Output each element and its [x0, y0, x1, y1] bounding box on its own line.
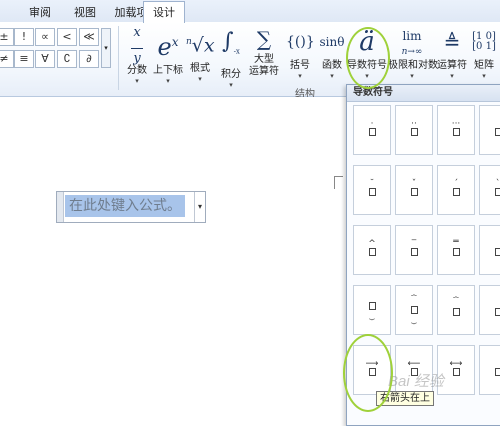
accent-icon: ä [359, 27, 375, 57]
symbol-button[interactable]: ! [14, 28, 34, 46]
script-label: 上下标 [153, 65, 183, 76]
accent-button-16[interactable] [479, 285, 500, 335]
accent-triple-dot-button[interactable]: ··· [437, 105, 475, 155]
accent-grave-button[interactable]: ` [479, 165, 500, 215]
symbol-button[interactable]: ≪ [79, 28, 99, 46]
function-icon: sinθ [319, 35, 345, 49]
panel-title: 导数符号 [347, 85, 500, 102]
group-separator [118, 26, 119, 90]
symbol-button[interactable]: < [57, 28, 77, 46]
radical-button[interactable]: n√x 根式 ▾ [186, 24, 215, 84]
radical-label: 根式 [190, 63, 210, 75]
accent-right-arrow-above-button[interactable]: ⟶ [353, 345, 391, 395]
integral-label: 积分 [221, 69, 241, 81]
function-label: 函数 [322, 60, 342, 71]
integral-icon: ∫-x [222, 29, 240, 56]
equation-handle[interactable] [57, 192, 64, 222]
tab-review[interactable]: 审阅 [18, 3, 62, 22]
delta-operator-icon: ≜ [443, 30, 461, 54]
chevron-down-icon[interactable]: ▾ [194, 192, 205, 222]
tab-design[interactable]: 设计 [143, 1, 185, 23]
symbol-button[interactable]: ≡ [14, 50, 34, 68]
summation-icon: ∑ [256, 27, 272, 51]
chevron-down-icon: ▾ [365, 72, 369, 80]
symbol-button[interactable]: ∝ [35, 28, 55, 46]
chevron-down-icon: ▾ [410, 72, 414, 80]
tooltip: 右箭头在上 [376, 391, 434, 406]
symbol-button[interactable]: ∂ [79, 50, 99, 68]
chevron-down-icon: ▾ [298, 72, 302, 80]
fraction-icon: xy [124, 26, 150, 65]
watermark: Bai 经验 [388, 373, 444, 390]
chevron-down-icon: ▾ [450, 72, 454, 80]
accent-brace-button[interactable]: ⏞ [437, 285, 475, 335]
limit-icon: lim [402, 29, 422, 43]
accent-button-4[interactable] [479, 105, 500, 155]
symbol-button[interactable]: ∁ [57, 50, 77, 68]
integral-button[interactable]: ∫-x 积分 ▾ [218, 24, 244, 89]
accent-breve-button[interactable]: ˘ [353, 165, 391, 215]
operator-button[interactable]: ≜ 运算符 ▾ [436, 24, 468, 80]
accent-hat-button[interactable]: ^ [353, 225, 391, 275]
matrix-label: 矩阵 [474, 60, 494, 71]
limit-log-button[interactable]: lim n→∞ 极限和对数 ▾ [388, 24, 438, 80]
accent-caron-button[interactable]: ˇ [395, 165, 433, 215]
chevron-down-icon: ▾ [229, 81, 233, 90]
fraction-button[interactable]: xy 分数 ▾ [124, 24, 150, 85]
superscript-icon: ex [157, 33, 179, 61]
accent-dot-button[interactable]: · [353, 105, 391, 155]
function-button[interactable]: sinθ 函数 ▾ [316, 24, 348, 80]
ribbon-tab-bar: 审阅 视图 加载项 设计 [0, 0, 500, 23]
limit-log-label: 极限和对数 [388, 60, 438, 71]
bracket-button[interactable]: {()} 括号 ▾ [286, 24, 315, 80]
operator-label: 运算符 [437, 60, 467, 71]
bracket-label: 括号 [290, 60, 310, 71]
bracket-icon: {()} [286, 34, 315, 50]
symbol-button[interactable]: ± [0, 28, 14, 46]
accent-acute-button[interactable]: ´ [437, 165, 475, 215]
accent-button-12[interactable] [479, 225, 500, 275]
matrix-icon: [1 0] [0 1] [472, 31, 496, 52]
script-button[interactable]: ex 上下标 ▾ [152, 24, 184, 85]
chevron-down-icon: ▾ [166, 77, 170, 85]
large-operator-button[interactable]: ∑ 大型 运算符 [246, 24, 282, 78]
tab-view[interactable]: 视图 [64, 3, 106, 22]
chevron-down-icon: ▾ [330, 72, 334, 80]
accent-double-dot-button[interactable]: ·· [395, 105, 433, 155]
accent-label: 导数符号 [347, 60, 387, 71]
accent-overbrace-button[interactable]: ⏞ ⏟ [395, 285, 433, 335]
limit-subscript-icon: n→∞ [401, 47, 423, 57]
equation-box[interactable]: 在此处键入公式。 ▾ [56, 191, 206, 223]
fraction-label: 分数 [127, 65, 147, 76]
symbols-more-button[interactable]: ▾ [101, 28, 111, 68]
accent-double-bar-button[interactable]: ═ [437, 225, 475, 275]
matrix-button[interactable]: [1 0] [0 1] 矩阵 ▾ [470, 24, 498, 81]
margin-corner-mark [334, 176, 343, 189]
symbol-button[interactable]: ∀ [35, 50, 55, 68]
large-operator-label-2: 运算符 [249, 66, 279, 77]
accent-button-20[interactable] [479, 345, 500, 395]
large-operator-label: 大型 [254, 54, 274, 65]
radical-icon: n√x [186, 34, 215, 57]
chevron-down-icon: ▾ [482, 72, 486, 80]
chevron-down-icon: ▾ [135, 77, 139, 85]
accent-button[interactable]: ä 导数符号 ▾ [346, 24, 388, 80]
symbol-button[interactable]: ≠ [0, 50, 14, 68]
chevron-down-icon: ▾ [198, 75, 202, 84]
accent-underbrace-button[interactable]: ⏟ [353, 285, 391, 335]
accent-bar-button[interactable]: ‾ [395, 225, 433, 275]
equation-placeholder[interactable]: 在此处键入公式。 [65, 195, 185, 217]
